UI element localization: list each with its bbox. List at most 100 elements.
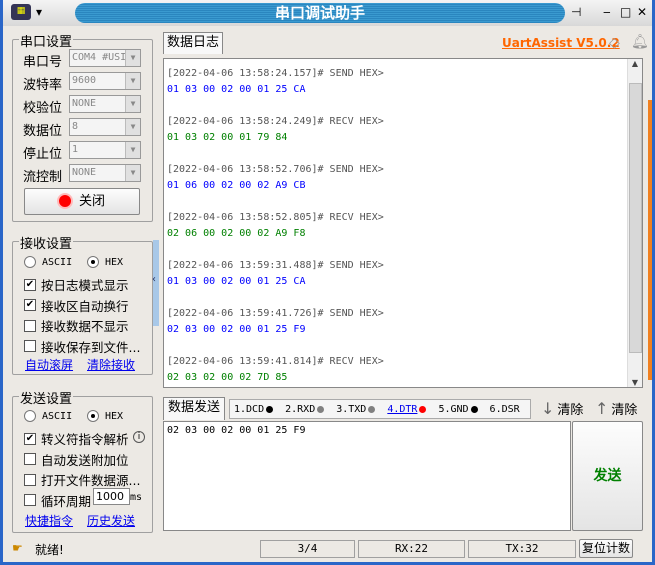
close-button[interactable]: ✕ xyxy=(637,5,647,19)
close-port-button[interactable]: 关闭 xyxy=(24,188,140,215)
pin-label: 5.GND xyxy=(438,403,469,415)
serial-field-select[interactable]: 9600 ▼ xyxy=(69,72,141,90)
pin-indicator: 1.DCD xyxy=(234,404,274,415)
recv-ascii-radio[interactable]: ASCII xyxy=(24,256,72,268)
log-data: 01 03 02 00 01 79 84 xyxy=(167,132,288,143)
option-checkbox[interactable]: 接收数据不显示 xyxy=(24,316,129,335)
app-menu-dropdown[interactable]: ▾ xyxy=(36,5,42,19)
checkbox-icon: ✔ xyxy=(24,432,36,445)
hand-icon: ☛ xyxy=(12,541,23,555)
side-accent xyxy=(648,100,652,380)
group-legend: 串口设置 xyxy=(19,31,74,50)
send-ascii-radio[interactable]: ASCII xyxy=(24,410,72,422)
pin-label: 6.DSR xyxy=(489,403,520,415)
info-icon[interactable]: i xyxy=(133,431,145,443)
clear-send-button[interactable]: ↑ 清除 xyxy=(595,399,637,418)
log-entry: [2022-04-06 13:58:24.157]# SEND HEX> 01 0… xyxy=(164,66,642,98)
log-data: 01 03 00 02 00 01 25 CA xyxy=(167,84,306,95)
log-data: 02 03 00 02 00 01 25 F9 xyxy=(167,324,306,335)
serial-field-select[interactable]: COM4 #USI ▼ xyxy=(69,49,141,67)
log-data: 01 06 00 02 00 02 A9 CB xyxy=(167,180,306,191)
auto-scroll-link[interactable]: 自动滚屏 xyxy=(25,356,73,373)
log-data: 02 06 00 02 00 02 A9 F8 xyxy=(167,228,306,239)
field-label: 流控制 xyxy=(23,170,63,185)
field-label: 波特率 xyxy=(23,78,63,93)
pin-indicator[interactable]: 4.DTR xyxy=(387,403,427,415)
scroll-down-icon[interactable]: ▼ xyxy=(628,378,642,387)
port-status-icon xyxy=(58,195,71,207)
scroll-thumb[interactable] xyxy=(629,83,642,353)
option-checkbox[interactable]: 循环周期 xyxy=(24,491,91,510)
field-label: 停止位 xyxy=(23,147,63,162)
log-header: [2022-04-06 13:59:41.814]# RECV HEX> xyxy=(167,356,384,367)
serial-field-select[interactable]: NONE ▼ xyxy=(69,95,141,113)
bell-icon[interactable]: 🔔︎ xyxy=(631,34,649,50)
pin-led-icon xyxy=(266,405,274,413)
send-button[interactable]: 发送 xyxy=(572,421,643,531)
checkbox-icon xyxy=(24,473,36,486)
clear-label: 清除 xyxy=(611,403,638,418)
clear-receive-button[interactable]: ↓ 清除 xyxy=(541,399,583,418)
log-entry: [2022-04-06 13:59:41.814]# RECV HEX> 02 0… xyxy=(164,354,642,386)
tx-counter: TX:32 xyxy=(468,540,576,558)
clear-label: 清除 xyxy=(557,403,584,418)
minimize-button[interactable]: ‒ xyxy=(603,5,611,19)
checkbox-icon xyxy=(24,340,36,352)
status-text: 就绪! xyxy=(35,543,64,557)
reset-count-button[interactable]: 复位计数 xyxy=(579,539,633,558)
diamond-icon[interactable]: ◇ xyxy=(609,35,620,51)
tab-data-send[interactable]: 数据发送 xyxy=(163,397,225,420)
log-entry: [2022-04-06 13:59:31.488]# SEND HEX> 01 0… xyxy=(164,258,642,290)
option-checkbox[interactable]: 打开文件数据源... xyxy=(24,470,140,489)
serial-field-select[interactable]: 1 ▼ xyxy=(69,141,141,159)
page-indicator: 3/4 xyxy=(260,540,355,558)
close-port-label: 关闭 xyxy=(78,194,105,209)
app-menu-icon[interactable]: ▦ xyxy=(11,4,31,20)
serial-field-select[interactable]: NONE ▼ xyxy=(69,164,141,182)
log-data: 01 03 00 02 00 01 25 CA xyxy=(167,276,306,287)
send-hex-radio[interactable]: HEX xyxy=(87,410,123,422)
checkbox-icon: ✔ xyxy=(24,278,36,291)
option-checkbox[interactable]: ✔ 接收区自动换行 xyxy=(24,296,129,315)
arrow-down-icon: ↓ xyxy=(541,399,555,418)
checkbox-label: 转义符指令解析 xyxy=(41,432,129,447)
checkbox-icon: ✔ xyxy=(24,299,36,311)
recv-hex-radio[interactable]: HEX xyxy=(87,256,123,268)
arrow-up-icon: ↑ xyxy=(595,399,609,418)
checkbox-label: 按日志模式显示 xyxy=(41,278,129,293)
log-scrollbar[interactable]: ▲ ▼ xyxy=(627,59,642,387)
send-input[interactable]: 02 03 00 02 00 01 25 F9 xyxy=(163,421,571,531)
pin-icon[interactable]: ⊣ xyxy=(571,5,581,19)
pin-indicator: 2.RXD xyxy=(285,404,325,415)
log-header: [2022-04-06 13:58:24.157]# SEND HEX> xyxy=(167,68,384,79)
option-checkbox[interactable]: 接收保存到文件... xyxy=(24,337,140,356)
pin-led-icon xyxy=(368,405,376,413)
title-bar: ▦ ▾ 串口调试助手 ⊣ ‒ □ ✕ xyxy=(3,0,652,26)
option-checkbox[interactable]: ✔ 转义符指令解析 xyxy=(24,429,129,448)
select-value: 8 xyxy=(72,121,79,132)
window-title: 串口调试助手 xyxy=(75,3,565,23)
log-entry: [2022-04-06 13:59:41.726]# SEND HEX> 02 0… xyxy=(164,306,642,338)
pin-indicator: 3.TXD xyxy=(336,404,376,415)
history-send-link[interactable]: 历史发送 xyxy=(87,512,135,529)
loop-period-input[interactable]: 1000 xyxy=(93,488,130,505)
pin-label: 4.DTR xyxy=(387,403,418,415)
quick-commands-link[interactable]: 快捷指令 xyxy=(25,512,73,529)
brand-link[interactable]: UartAssist V5.0.2 xyxy=(502,36,620,50)
rx-counter: RX:22 xyxy=(358,540,465,558)
maximize-button[interactable]: □ xyxy=(620,5,631,19)
select-value: NONE xyxy=(72,167,97,178)
serial-field-select[interactable]: 8 ▼ xyxy=(69,118,141,136)
tab-data-log[interactable]: 数据日志 xyxy=(163,32,223,54)
clear-receive-link[interactable]: 清除接收 xyxy=(87,356,135,373)
checkbox-label: 接收区自动换行 xyxy=(41,298,129,314)
field-label: 串口号 xyxy=(23,55,63,70)
log-header: [2022-04-06 13:58:24.249]# RECV HEX> xyxy=(167,116,384,127)
option-checkbox[interactable]: ✔ 按日志模式显示 xyxy=(24,275,129,294)
receive-log[interactable]: [2022-04-06 13:58:24.157]# SEND HEX> 01 0… xyxy=(163,58,643,388)
panel-collapse-handle[interactable]: ‹ xyxy=(152,240,159,326)
checkbox-label: 自动发送附加位 xyxy=(41,452,129,468)
scroll-up-icon[interactable]: ▲ xyxy=(628,59,642,68)
option-checkbox[interactable]: 自动发送附加位 xyxy=(24,450,129,469)
checkbox-label: 打开文件数据源... xyxy=(41,473,141,488)
